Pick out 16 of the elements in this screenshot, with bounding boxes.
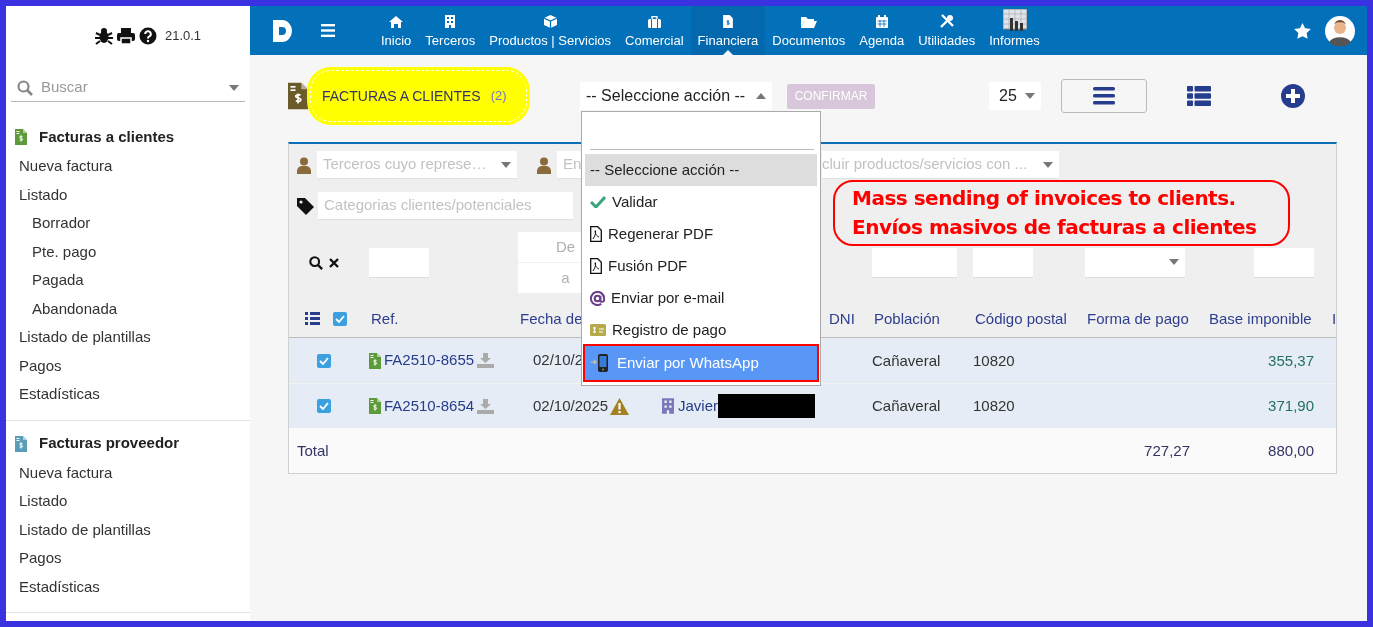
postal-code-text: 10820: [973, 351, 1015, 369]
town-text: Cañaveral: [872, 351, 941, 369]
town-text: Cañaveral: [872, 397, 941, 414]
date-text: 02/10/2: [533, 350, 584, 371]
total-amount: 727,27: [1144, 441, 1190, 459]
annotation-text: Mass sending of invoices to clients.: [852, 185, 1236, 212]
postal-code-text: 10820: [973, 397, 1015, 414]
version-text: 21.0.1: [164, 27, 202, 46]
annotation-text: Envíos masivos de facturas a clientes: [852, 214, 1257, 241]
page-title: FACTURAS A CLIENTES: [322, 86, 481, 106]
total-label: Total: [297, 441, 329, 459]
date-text: 02/10/2025: [533, 395, 609, 416]
amount-text: 355,37: [1268, 351, 1314, 369]
amount-text: 371,90: [1268, 397, 1314, 414]
total-amount: 880,00: [1268, 441, 1314, 459]
record-count: (2): [490, 87, 507, 106]
